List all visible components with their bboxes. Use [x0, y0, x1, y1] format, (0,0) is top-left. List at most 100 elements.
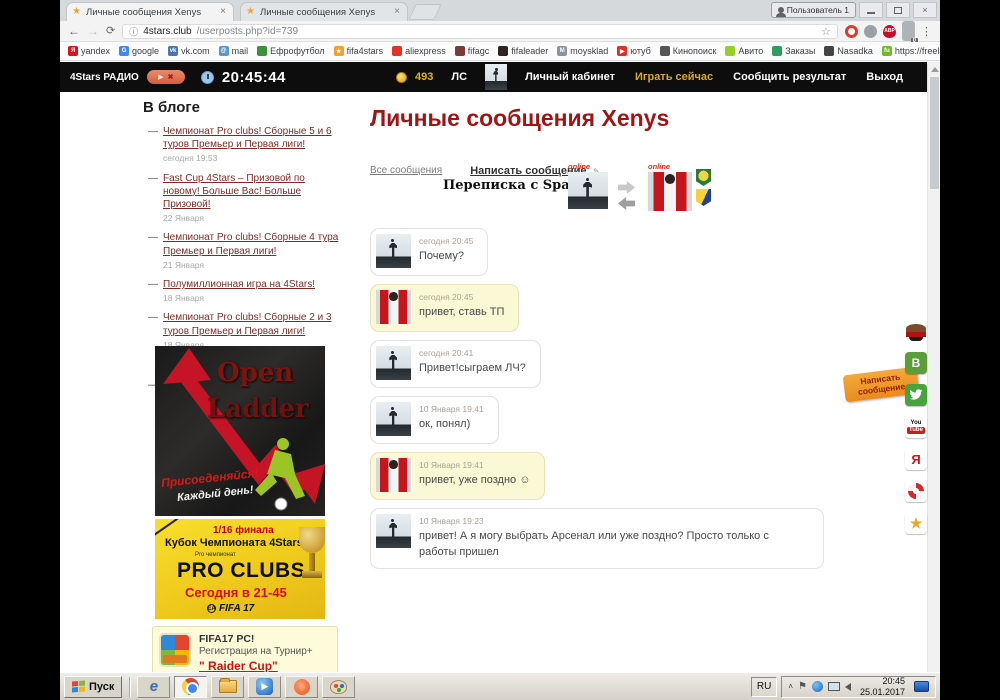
blog-post-link[interactable]: Чемпионат Pro clubs! Сборные 2 и 3 туров… — [163, 312, 332, 336]
chat-message: сегодня 20:41 Привет!сыграем ЛЧ? — [370, 340, 541, 388]
message-avatar[interactable] — [376, 458, 411, 492]
close-button[interactable]: × — [913, 2, 937, 18]
chrome-button[interactable] — [174, 676, 207, 698]
bookmark-item[interactable]: ★ fifa4stars — [334, 46, 384, 56]
bookmark-item[interactable]: aliexpress — [392, 46, 446, 56]
bookmark-item[interactable]: Ефрофутбол — [257, 46, 325, 56]
message-avatar[interactable] — [376, 234, 411, 268]
bookmark-item[interactable]: fu https://freelance.ru — [882, 46, 940, 56]
tab-close-icon[interactable]: × — [218, 7, 228, 17]
header-user-avatar[interactable] — [485, 64, 507, 90]
mail-bookmark-icon: @ — [219, 46, 229, 56]
bookmark-item[interactable]: Заказы — [772, 46, 815, 56]
address-bar[interactable]: ⓘ 4stars.club/userposts.php?id=739 ☆ — [122, 24, 838, 39]
adblock-plus-icon[interactable]: ABP — [883, 25, 896, 38]
twitter-icon[interactable] — [905, 384, 927, 406]
action-center-flag-icon[interactable]: ⚑ — [798, 681, 807, 692]
bookmark-item[interactable]: fifaleader — [498, 46, 548, 56]
radio-player-controls[interactable]: ▶ ✖ — [147, 70, 185, 84]
bookmark-item[interactable]: Nasadka — [824, 46, 873, 56]
gray-extension-icon[interactable] — [864, 25, 877, 38]
all-messages-link[interactable]: Все сообщения — [370, 165, 442, 176]
message-avatar[interactable] — [376, 346, 411, 380]
message-text: ок, понял) — [419, 417, 484, 433]
paint-button[interactable] — [322, 676, 355, 698]
bookmark-item[interactable]: @ mail — [219, 46, 249, 56]
vk-icon[interactable]: B — [905, 352, 927, 374]
blog-post-link[interactable]: Полумиллионная игра на 4Stars! — [163, 279, 315, 290]
page-info-icon[interactable]: ⓘ — [129, 25, 138, 38]
lifebuoy-icon[interactable] — [905, 480, 927, 502]
capture-extension-icon[interactable]: 0 — [902, 21, 915, 41]
raider-cup-link[interactable]: " Raider Cup" — [199, 659, 278, 672]
maximize-button[interactable] — [886, 2, 910, 18]
bookmark-item[interactable]: vk vk.com — [168, 46, 210, 56]
bookmark-item[interactable]: Кинопоиск — [660, 46, 717, 56]
yandex-icon[interactable]: Я — [905, 448, 927, 470]
tab-close-icon[interactable]: × — [392, 7, 402, 17]
minimize-button[interactable] — [859, 2, 883, 18]
site-nav-link[interactable]: Сообщить результат — [733, 71, 846, 83]
club-badge-icon — [696, 169, 711, 186]
site-nav-link[interactable]: Выход — [866, 71, 903, 83]
bookmark-item[interactable]: M moysklad — [557, 46, 608, 56]
xenys-avatar[interactable] — [568, 172, 608, 209]
tab-1[interactable]: ★ Личные сообщения Xenys × — [66, 2, 234, 21]
spark52-avatar[interactable] — [648, 172, 692, 211]
hidden-icons-chevron[interactable]: ˄ — [788, 682, 793, 691]
tray-blue-app-icon[interactable] — [914, 681, 929, 692]
bookmark-label: Nasadka — [837, 46, 873, 56]
tray-clock[interactable]: 20:45 25.01.2017 — [856, 676, 909, 698]
blog-post-date: 18 Января — [163, 293, 315, 304]
origin-button[interactable] — [285, 676, 318, 698]
refresh-icon[interactable]: ⟳ — [106, 25, 115, 37]
forward-icon[interactable]: → — [87, 25, 99, 37]
message-avatar[interactable] — [376, 514, 411, 548]
scrollbar-thumb[interactable] — [930, 77, 939, 189]
file-explorer-button[interactable] — [211, 676, 244, 698]
message-avatar[interactable] — [376, 290, 411, 324]
network-globe-icon[interactable] — [812, 681, 823, 692]
radio-play-icon[interactable]: ▶ — [158, 73, 163, 81]
media-player-button[interactable]: ▶ — [248, 676, 281, 698]
radio-stop-icon[interactable]: ✖ — [168, 73, 174, 81]
bookmark-item[interactable]: fifagc — [455, 46, 490, 56]
open-ladder-banner[interactable]: Open Ladder Присоеденяйся! Каждый день! — [155, 346, 325, 516]
message-avatar[interactable] — [376, 402, 411, 436]
browser-profile-button[interactable]: Пользователь 1 — [771, 2, 856, 18]
bookmark-star-icon[interactable]: ☆ — [821, 25, 831, 38]
bookmark-label: Ефрофутбол — [270, 46, 325, 56]
page-scrollbar[interactable] — [927, 62, 940, 672]
pro-clubs-banner[interactable]: 1/16 финала Кубок Чемпионата 4Stars Pro … — [155, 519, 325, 619]
blog-post-link[interactable]: Fast Cup 4Stars – Призовой по новому! Бо… — [163, 173, 305, 210]
start-button[interactable]: Пуск — [64, 676, 122, 698]
scroll-up-icon[interactable] — [931, 67, 939, 72]
radio-label: 4Stars РАДИО — [70, 72, 139, 83]
language-indicator[interactable]: RU — [751, 677, 777, 697]
windows-logo-icon — [72, 681, 85, 693]
bookmark-item[interactable]: Авито — [725, 46, 763, 56]
blog-post-link[interactable]: Чемпионат Pro clubs! Сборные 5 и 6 туров… — [163, 126, 332, 150]
bookmark-item[interactable]: Я yandex — [68, 46, 110, 56]
back-icon[interactable]: ← — [68, 25, 80, 37]
trophy-icon — [295, 527, 325, 611]
red-ring-extension-icon[interactable] — [845, 25, 858, 38]
fifaleader-bookmark-icon — [498, 46, 508, 56]
site-nav-link[interactable]: Играть сейчас — [635, 71, 713, 83]
coin-balance[interactable]: 493 — [415, 71, 433, 83]
blog-post-link[interactable]: Чемпионат Pro clubs! Сборные 4 тура Прем… — [163, 232, 338, 256]
internet-explorer-button[interactable]: e — [137, 676, 170, 698]
favorites-star-icon[interactable]: ★ — [905, 512, 927, 534]
site-nav-link[interactable]: Личный кабинет — [525, 71, 615, 83]
bookmark-item[interactable]: ▶ ютуб — [617, 46, 651, 56]
new-tab-button[interactable] — [408, 4, 441, 20]
bookmark-item[interactable]: G google — [119, 46, 159, 56]
youtube-icon[interactable]: You Tube — [905, 416, 927, 438]
browser-menu-icon[interactable]: ⋮ — [921, 25, 932, 38]
chat-thread: сегодня 20:45 Почему? сегодня 20:45 прив… — [370, 228, 824, 569]
military-cap-icon[interactable] — [905, 322, 927, 342]
tab-2[interactable]: ★ Личные сообщения Xenys × — [240, 2, 408, 21]
private-messages-link[interactable]: ЛС — [451, 71, 467, 83]
volume-icon[interactable] — [845, 683, 851, 691]
display-icon[interactable] — [828, 682, 840, 691]
